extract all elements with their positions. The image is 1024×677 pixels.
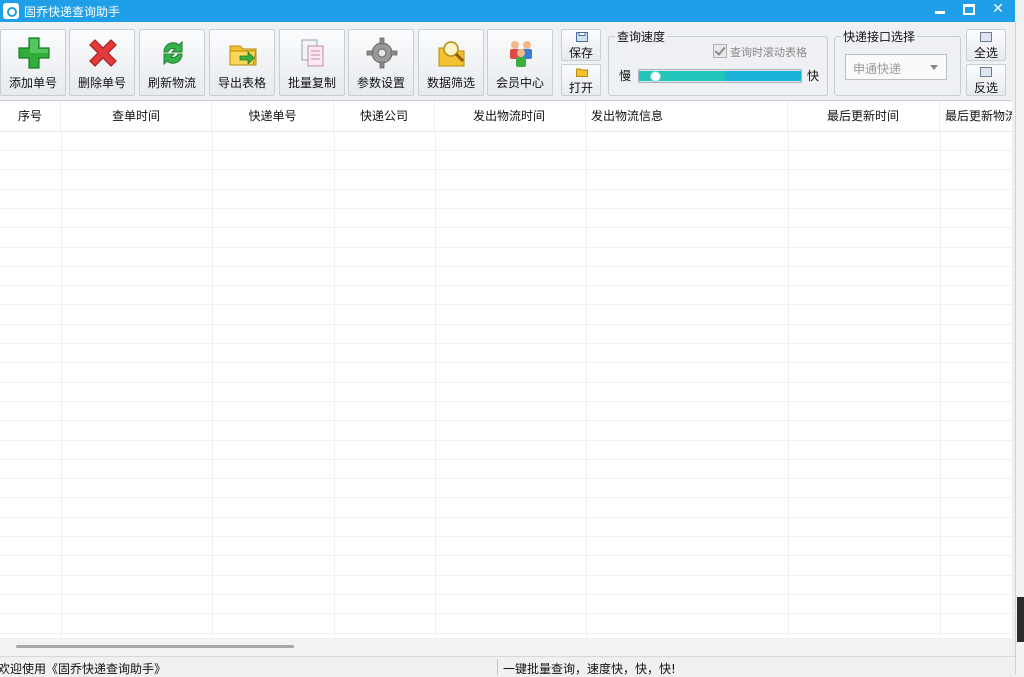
speed-slider-thumb[interactable] xyxy=(650,71,661,82)
fast-label: 快 xyxy=(807,69,820,83)
window-title: 固乔快递查询助手 xyxy=(24,5,121,19)
batch-copy-button[interactable]: 批量复制 xyxy=(279,29,345,96)
row-divider xyxy=(0,613,1012,614)
row-divider xyxy=(0,633,1012,634)
data-filter-button[interactable]: 数据筛选 xyxy=(418,29,484,96)
filter-search-icon xyxy=(438,41,465,67)
courier-api-group: 快递接口选择 申通快递 xyxy=(834,28,961,96)
row-divider xyxy=(0,420,1012,421)
row-divider xyxy=(0,285,1012,286)
scroll-table-label: 查询时滚动表格 xyxy=(730,46,807,59)
slow-label: 慢 xyxy=(619,69,632,83)
row-divider xyxy=(0,343,1012,344)
settings-button[interactable]: 参数设置 xyxy=(348,29,414,96)
refresh-logistics-button[interactable]: 刷新物流 xyxy=(139,29,205,96)
refresh-icon xyxy=(163,40,183,66)
row-divider xyxy=(0,401,1012,402)
column-header-ship-time[interactable]: 发出物流时间 xyxy=(435,101,586,131)
add-number-button[interactable]: 添加单号 xyxy=(0,29,66,96)
status-bar: 欢迎使用《固乔快递查询助手》 一键批量查询，速度快，快，快! xyxy=(0,656,1015,676)
close-button[interactable]: ✕ xyxy=(984,0,1012,20)
toolbar: 添加单号 删除单号 刷新物流 导出表格 批量复制 参数设置 数据筛选 会员中心 … xyxy=(0,22,1015,100)
background-dark-block xyxy=(1017,597,1024,642)
save-icon xyxy=(576,32,588,42)
column-header-courier[interactable]: 快递公司 xyxy=(334,101,435,131)
courier-api-select[interactable]: 申通快递 xyxy=(845,54,947,80)
row-divider xyxy=(0,555,1012,556)
results-table: 序号 查单时间 快递单号 快递公司 发出物流时间 发出物流信息 最后更新时间 最… xyxy=(0,100,1012,639)
delete-icon xyxy=(89,39,117,67)
title-bar: 固乔快递查询助手 ✕ xyxy=(0,0,1015,22)
invert-selection-button[interactable]: 反选 xyxy=(966,64,1006,96)
open-button[interactable]: 打开 xyxy=(561,64,601,96)
row-divider xyxy=(0,517,1012,518)
row-divider xyxy=(0,304,1012,305)
row-divider xyxy=(0,362,1012,363)
status-divider xyxy=(497,659,498,675)
row-divider xyxy=(0,594,1012,595)
column-header-tracking-number[interactable]: 快递单号 xyxy=(212,101,334,131)
row-divider xyxy=(0,324,1012,325)
save-button[interactable]: 保存 xyxy=(561,29,601,61)
chevron-down-icon xyxy=(930,65,938,70)
column-header-last-update-info[interactable]: 最后更新物流 xyxy=(940,101,1012,131)
query-speed-group: 查询速度 查询时滚动表格 慢 快 xyxy=(608,28,828,96)
row-divider xyxy=(0,208,1012,209)
row-divider xyxy=(0,227,1012,228)
open-folder-icon xyxy=(576,68,588,77)
column-header-ship-info[interactable]: 发出物流信息 xyxy=(586,101,788,131)
minimize-button[interactable] xyxy=(926,0,954,20)
minimize-icon xyxy=(935,10,945,14)
copy-icon xyxy=(301,39,324,67)
export-folder-icon xyxy=(229,45,257,66)
row-divider xyxy=(0,189,1012,190)
scroll-table-checkbox[interactable]: 查询时滚动表格 xyxy=(713,44,807,60)
status-welcome-text: 欢迎使用《固乔快递查询助手》 xyxy=(0,662,167,676)
speed-slider[interactable] xyxy=(638,69,802,83)
horizontal-scrollbar-thumb[interactable] xyxy=(16,645,294,648)
column-header-index[interactable]: 序号 xyxy=(0,101,61,131)
members-icon xyxy=(510,41,532,67)
speed-slider-track xyxy=(725,71,801,81)
row-divider xyxy=(0,536,1012,537)
row-divider xyxy=(0,169,1012,170)
maximize-button[interactable] xyxy=(955,0,983,20)
member-center-button[interactable]: 会员中心 xyxy=(487,29,553,96)
gear-icon xyxy=(366,37,398,69)
select-all-icon xyxy=(980,32,992,42)
checkbox-check-icon xyxy=(713,44,727,58)
row-divider xyxy=(0,247,1012,248)
row-divider xyxy=(0,459,1012,460)
row-divider xyxy=(0,497,1012,498)
table-header: 序号 查单时间 快递单号 快递公司 发出物流时间 发出物流信息 最后更新时间 最… xyxy=(0,101,1012,132)
select-all-button[interactable]: 全选 xyxy=(966,29,1006,61)
row-divider xyxy=(0,440,1012,441)
horizontal-scrollbar[interactable] xyxy=(0,638,1012,655)
status-slogan-text: 一键批量查询，速度快，快，快! xyxy=(503,662,676,676)
row-divider xyxy=(0,150,1012,151)
invert-selection-icon xyxy=(980,67,992,77)
column-header-query-time[interactable]: 查单时间 xyxy=(61,101,212,131)
export-table-button[interactable]: 导出表格 xyxy=(209,29,275,96)
row-divider xyxy=(0,266,1012,267)
row-divider xyxy=(0,382,1012,383)
delete-number-button[interactable]: 删除单号 xyxy=(69,29,135,96)
plus-icon xyxy=(18,37,50,69)
row-divider xyxy=(0,575,1012,576)
row-divider xyxy=(0,478,1012,479)
close-icon: ✕ xyxy=(992,1,1004,17)
maximize-icon xyxy=(963,3,975,15)
column-header-last-update-time[interactable]: 最后更新时间 xyxy=(788,101,940,131)
app-icon xyxy=(3,3,19,19)
background-window-edge xyxy=(1015,22,1024,674)
